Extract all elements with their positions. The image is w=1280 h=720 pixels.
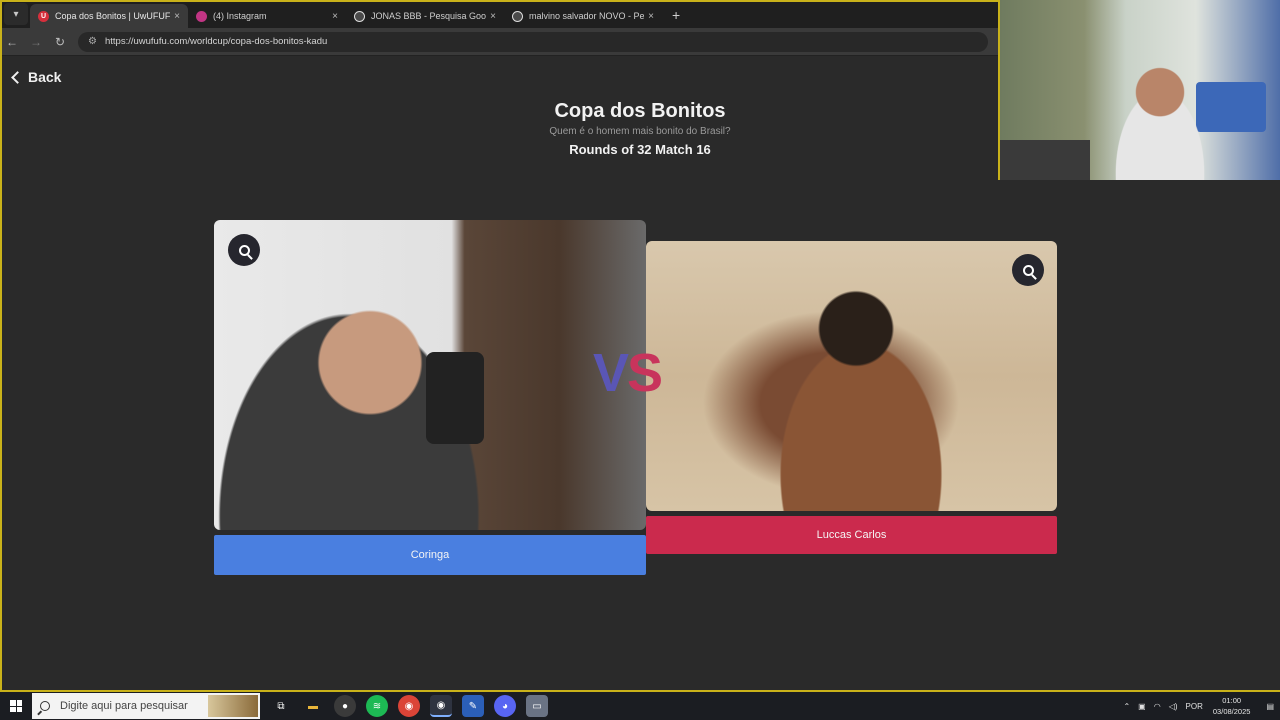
new-tab-button[interactable]: + — [672, 7, 680, 23]
tab-title: Copa dos Bonitos | UwUFUFU — [55, 11, 171, 21]
chrome-icon[interactable]: ◉ — [398, 695, 420, 717]
webcam-overlay — [1000, 0, 1280, 180]
webcam-desk — [1000, 140, 1090, 180]
spotify-icon[interactable]: ≋ — [366, 695, 388, 717]
zoom-in-icon[interactable] — [1012, 254, 1044, 286]
google-favicon-icon — [354, 10, 365, 22]
tab-malvino-salvador[interactable]: malvino salvador NOVO - Pesq × — [504, 4, 662, 28]
address-bar-row: ← → ↻ ⚙ https://uwufufu.com/worldcup/cop… — [0, 28, 1000, 56]
page-content: Back Copa dos Bonitos Quem é o homem mai… — [0, 57, 1057, 692]
tab-close-icon[interactable]: × — [332, 11, 338, 22]
google-favicon-icon — [512, 10, 523, 22]
phone-shape — [426, 352, 484, 444]
system-tray: ⌃ ▣ ◠ ◁) POR 01:00 03/08/2025 ▤ — [1115, 695, 1280, 717]
tab-title: (4) Instagram — [213, 11, 267, 21]
candidate-left-image[interactable] — [214, 220, 646, 530]
search-highlight-image — [208, 695, 258, 717]
discord-icon[interactable]: ◕ — [494, 695, 516, 717]
windows-taskbar: Digite aqui para pesquisar ⧉ ▬ ● ≋ ◉ ◉ ✎… — [0, 692, 1280, 720]
zoom-in-icon[interactable] — [228, 234, 260, 266]
candidate-right-image[interactable] — [646, 241, 1057, 511]
choose-luccas-carlos-button[interactable]: Luccas Carlos — [646, 516, 1057, 554]
chevron-up-icon[interactable]: ⌃ — [1123, 702, 1130, 711]
clock-date: 03/08/2025 — [1212, 707, 1251, 716]
obs-icon[interactable]: ● — [334, 695, 356, 717]
back-arrow-icon[interactable]: ← — [0, 35, 24, 49]
screen: ▾ U Copa dos Bonitos | UwUFUFU × (4) Ins… — [0, 0, 1280, 720]
tab-close-icon[interactable]: × — [174, 11, 180, 22]
chevron-left-icon — [11, 71, 24, 84]
back-label: Back — [28, 69, 62, 85]
back-button[interactable]: Back — [11, 69, 62, 85]
browser-tab-bar: ▾ U Copa dos Bonitos | UwUFUFU × (4) Ins… — [0, 0, 1000, 28]
reload-icon[interactable]: ↻ — [48, 35, 72, 49]
vs-letter-s: S — [627, 343, 663, 403]
url-field[interactable]: ⚙ https://uwufufu.com/worldcup/copa-dos-… — [78, 31, 988, 52]
windows-start-icon[interactable] — [0, 692, 32, 720]
language-indicator[interactable]: POR — [1186, 702, 1203, 711]
vs-letter-v: V — [593, 343, 629, 403]
search-icon — [40, 701, 50, 711]
instagram-favicon-icon — [196, 10, 207, 22]
clock[interactable]: 01:00 03/08/2025 — [1213, 695, 1251, 717]
taskbar-search-placeholder: Digite aqui para pesquisar — [60, 700, 188, 712]
forward-arrow-icon[interactable]: → — [24, 35, 48, 49]
frame-border-top — [0, 0, 1000, 2]
window-icon[interactable]: ▭ — [526, 695, 548, 717]
tab-copa-dos-bonitos[interactable]: U Copa dos Bonitos | UwUFUFU × — [30, 4, 188, 28]
tab-title: JONAS BBB - Pesquisa Google — [371, 11, 487, 21]
tab-jonas-bbb[interactable]: JONAS BBB - Pesquisa Google × — [346, 4, 504, 28]
uwufufu-favicon-icon: U — [38, 10, 49, 22]
tab-title: malvino salvador NOVO - Pesq — [529, 11, 645, 21]
volume-icon[interactable]: ◁) — [1169, 702, 1178, 711]
network-icon[interactable]: ▣ — [1138, 702, 1146, 711]
taskbar-search-box[interactable]: Digite aqui para pesquisar — [32, 693, 260, 719]
url-text: https://uwufufu.com/worldcup/copa-dos-bo… — [104, 36, 328, 47]
frame-border-right — [998, 0, 1000, 180]
tab-close-icon[interactable]: × — [648, 11, 654, 22]
wifi-icon[interactable]: ◠ — [1154, 702, 1161, 711]
task-view-icon[interactable]: ⧉ — [270, 695, 292, 717]
notification-icon[interactable]: ▤ — [1266, 702, 1274, 711]
file-explorer-icon[interactable]: ▬ — [302, 695, 324, 717]
editor-icon[interactable]: ✎ — [462, 695, 484, 717]
tab-close-icon[interactable]: × — [490, 11, 496, 22]
choose-coringa-button[interactable]: Coringa — [214, 535, 646, 575]
frame-border-left — [0, 0, 2, 692]
chrome-alt-icon[interactable]: ◉ — [430, 695, 452, 717]
candidate-right-photo — [736, 271, 986, 511]
site-settings-icon[interactable]: ⚙ — [88, 36, 97, 47]
tab-search-icon[interactable]: ▾ — [4, 3, 28, 25]
clock-time: 01:00 — [1222, 696, 1242, 705]
webcam-streamer — [1098, 58, 1222, 180]
versus-label: VS — [593, 342, 663, 404]
tab-instagram[interactable]: (4) Instagram × — [188, 4, 346, 28]
